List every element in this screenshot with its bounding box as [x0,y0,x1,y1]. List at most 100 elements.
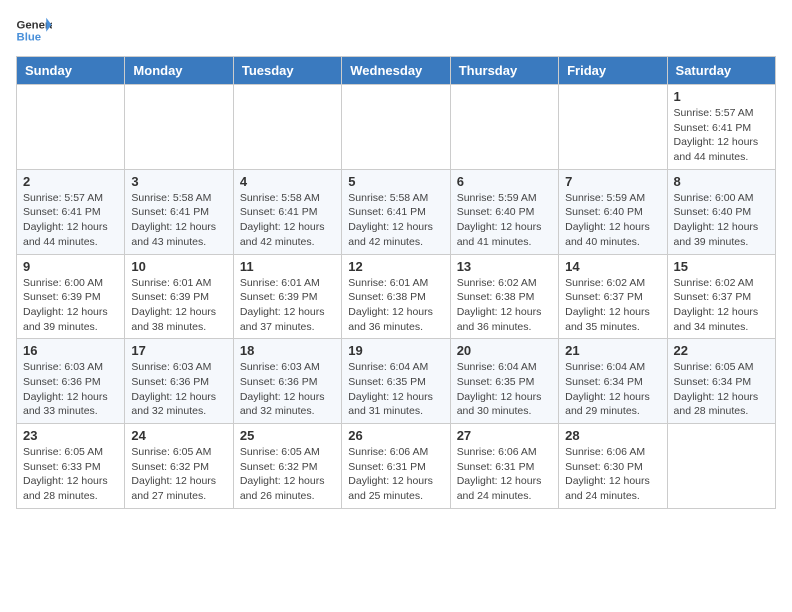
day-info: Sunrise: 6:01 AMSunset: 6:39 PMDaylight:… [131,276,226,335]
calendar-cell: 24 Sunrise: 6:05 AMSunset: 6:32 PMDayligh… [125,424,233,509]
day-info: Sunrise: 6:00 AMSunset: 6:40 PMDaylight:… [674,191,769,250]
column-header-thursday: Thursday [450,57,558,85]
day-number: 5 [348,174,443,189]
day-number: 10 [131,259,226,274]
svg-text:Blue: Blue [17,32,42,44]
header: General Blue [16,16,776,44]
day-info: Sunrise: 6:03 AMSunset: 6:36 PMDaylight:… [23,360,118,419]
day-number: 27 [457,428,552,443]
week-row-1: 2 Sunrise: 5:57 AMSunset: 6:41 PMDaylight… [17,169,776,254]
calendar-cell: 21 Sunrise: 6:04 AMSunset: 6:34 PMDayligh… [559,339,667,424]
day-info: Sunrise: 6:00 AMSunset: 6:39 PMDaylight:… [23,276,118,335]
calendar-cell: 8 Sunrise: 6:00 AMSunset: 6:40 PMDaylight… [667,169,775,254]
calendar-cell: 15 Sunrise: 6:02 AMSunset: 6:37 PMDayligh… [667,254,775,339]
day-number: 3 [131,174,226,189]
day-info: Sunrise: 5:58 AMSunset: 6:41 PMDaylight:… [348,191,443,250]
calendar-cell: 1 Sunrise: 5:57 AMSunset: 6:41 PMDaylight… [667,85,775,170]
calendar: SundayMondayTuesdayWednesdayThursdayFrid… [16,56,776,509]
day-info: Sunrise: 6:04 AMSunset: 6:34 PMDaylight:… [565,360,660,419]
day-number: 7 [565,174,660,189]
day-number: 2 [23,174,118,189]
column-header-saturday: Saturday [667,57,775,85]
day-info: Sunrise: 6:02 AMSunset: 6:38 PMDaylight:… [457,276,552,335]
day-info: Sunrise: 5:57 AMSunset: 6:41 PMDaylight:… [674,106,769,165]
calendar-cell: 22 Sunrise: 6:05 AMSunset: 6:34 PMDayligh… [667,339,775,424]
day-number: 11 [240,259,335,274]
calendar-cell: 10 Sunrise: 6:01 AMSunset: 6:39 PMDayligh… [125,254,233,339]
week-row-3: 16 Sunrise: 6:03 AMSunset: 6:36 PMDayligh… [17,339,776,424]
day-info: Sunrise: 5:59 AMSunset: 6:40 PMDaylight:… [565,191,660,250]
day-number: 20 [457,343,552,358]
logo: General Blue [16,16,52,44]
day-info: Sunrise: 6:03 AMSunset: 6:36 PMDaylight:… [131,360,226,419]
day-number: 21 [565,343,660,358]
day-number: 12 [348,259,443,274]
calendar-cell: 3 Sunrise: 5:58 AMSunset: 6:41 PMDaylight… [125,169,233,254]
day-info: Sunrise: 6:06 AMSunset: 6:31 PMDaylight:… [457,445,552,504]
day-info: Sunrise: 6:01 AMSunset: 6:39 PMDaylight:… [240,276,335,335]
day-number: 1 [674,89,769,104]
calendar-cell [125,85,233,170]
calendar-cell: 26 Sunrise: 6:06 AMSunset: 6:31 PMDayligh… [342,424,450,509]
day-info: Sunrise: 6:05 AMSunset: 6:33 PMDaylight:… [23,445,118,504]
day-info: Sunrise: 5:58 AMSunset: 6:41 PMDaylight:… [131,191,226,250]
day-info: Sunrise: 6:04 AMSunset: 6:35 PMDaylight:… [348,360,443,419]
day-info: Sunrise: 6:03 AMSunset: 6:36 PMDaylight:… [240,360,335,419]
day-info: Sunrise: 5:59 AMSunset: 6:40 PMDaylight:… [457,191,552,250]
day-number: 24 [131,428,226,443]
day-number: 16 [23,343,118,358]
calendar-cell: 13 Sunrise: 6:02 AMSunset: 6:38 PMDayligh… [450,254,558,339]
calendar-cell: 4 Sunrise: 5:58 AMSunset: 6:41 PMDaylight… [233,169,341,254]
calendar-cell [233,85,341,170]
day-info: Sunrise: 5:58 AMSunset: 6:41 PMDaylight:… [240,191,335,250]
day-number: 17 [131,343,226,358]
day-info: Sunrise: 6:06 AMSunset: 6:30 PMDaylight:… [565,445,660,504]
calendar-cell: 17 Sunrise: 6:03 AMSunset: 6:36 PMDayligh… [125,339,233,424]
day-info: Sunrise: 6:05 AMSunset: 6:32 PMDaylight:… [240,445,335,504]
calendar-cell [17,85,125,170]
calendar-cell [667,424,775,509]
day-number: 26 [348,428,443,443]
day-info: Sunrise: 6:05 AMSunset: 6:34 PMDaylight:… [674,360,769,419]
day-number: 19 [348,343,443,358]
logo-icon: General Blue [16,16,52,44]
day-number: 23 [23,428,118,443]
day-info: Sunrise: 6:05 AMSunset: 6:32 PMDaylight:… [131,445,226,504]
day-info: Sunrise: 6:01 AMSunset: 6:38 PMDaylight:… [348,276,443,335]
day-info: Sunrise: 6:06 AMSunset: 6:31 PMDaylight:… [348,445,443,504]
day-number: 28 [565,428,660,443]
calendar-cell: 12 Sunrise: 6:01 AMSunset: 6:38 PMDayligh… [342,254,450,339]
day-number: 13 [457,259,552,274]
week-row-2: 9 Sunrise: 6:00 AMSunset: 6:39 PMDaylight… [17,254,776,339]
calendar-cell: 5 Sunrise: 5:58 AMSunset: 6:41 PMDaylight… [342,169,450,254]
day-info: Sunrise: 5:57 AMSunset: 6:41 PMDaylight:… [23,191,118,250]
day-info: Sunrise: 6:02 AMSunset: 6:37 PMDaylight:… [674,276,769,335]
day-number: 4 [240,174,335,189]
calendar-cell: 19 Sunrise: 6:04 AMSunset: 6:35 PMDayligh… [342,339,450,424]
calendar-cell: 28 Sunrise: 6:06 AMSunset: 6:30 PMDayligh… [559,424,667,509]
calendar-cell: 18 Sunrise: 6:03 AMSunset: 6:36 PMDayligh… [233,339,341,424]
day-number: 15 [674,259,769,274]
calendar-cell: 27 Sunrise: 6:06 AMSunset: 6:31 PMDayligh… [450,424,558,509]
calendar-cell: 14Sunrise: 6:02 AMSunset: 6:37 PMDayligh… [559,254,667,339]
day-info: Sunrise: 6:04 AMSunset: 6:35 PMDaylight:… [457,360,552,419]
day-number: 18 [240,343,335,358]
calendar-cell: 20 Sunrise: 6:04 AMSunset: 6:35 PMDayligh… [450,339,558,424]
column-header-monday: Monday [125,57,233,85]
day-number: 9 [23,259,118,274]
calendar-cell: 16 Sunrise: 6:03 AMSunset: 6:36 PMDayligh… [17,339,125,424]
calendar-cell [342,85,450,170]
calendar-cell: 6Sunrise: 5:59 AMSunset: 6:40 PMDaylight… [450,169,558,254]
calendar-cell [450,85,558,170]
day-number: 14 [565,259,660,274]
column-header-friday: Friday [559,57,667,85]
day-number: 8 [674,174,769,189]
week-row-0: 1 Sunrise: 5:57 AMSunset: 6:41 PMDaylight… [17,85,776,170]
calendar-cell: 25Sunrise: 6:05 AMSunset: 6:32 PMDayligh… [233,424,341,509]
column-header-sunday: Sunday [17,57,125,85]
column-header-wednesday: Wednesday [342,57,450,85]
calendar-cell: 2 Sunrise: 5:57 AMSunset: 6:41 PMDaylight… [17,169,125,254]
calendar-cell: 7 Sunrise: 5:59 AMSunset: 6:40 PMDaylight… [559,169,667,254]
week-row-4: 23 Sunrise: 6:05 AMSunset: 6:33 PMDayligh… [17,424,776,509]
day-number: 22 [674,343,769,358]
